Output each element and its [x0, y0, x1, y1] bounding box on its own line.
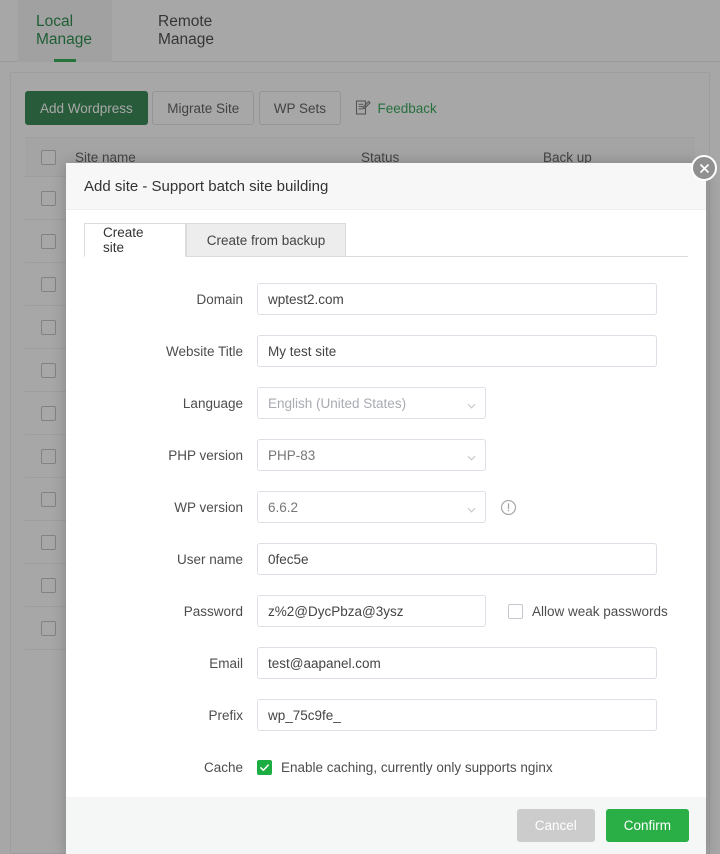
php-version-select-value: PHP-83	[268, 447, 316, 463]
email-label: Email	[209, 655, 243, 671]
user-name-input[interactable]: 0fec5e	[257, 543, 657, 575]
create-site-form: Domain wptest2.com Website Title My test…	[66, 273, 706, 793]
field-row-email: Email test@aapanel.com	[66, 637, 706, 689]
check-icon	[257, 759, 272, 775]
prefix-label: Prefix	[208, 707, 243, 723]
language-label: Language	[182, 395, 243, 411]
close-icon[interactable]	[691, 155, 717, 181]
enable-caching-checkbox[interactable]: Enable caching, currently only supports …	[257, 759, 553, 775]
dialog-title-bar: Add site - Support batch site building	[66, 163, 706, 210]
email-input[interactable]: test@aapanel.com	[257, 647, 657, 679]
php-version-select[interactable]: PHP-83	[257, 439, 486, 471]
field-row-language: Language English (United States)	[66, 377, 706, 429]
dialog-tabs: Create site Create from backup	[84, 223, 688, 257]
tab-create-from-backup[interactable]: Create from backup	[186, 223, 346, 257]
user-name-label: User name	[176, 551, 243, 567]
domain-label: Domain	[196, 291, 243, 307]
cache-label: Cache	[203, 759, 243, 775]
tab-create-site[interactable]: Create site	[84, 223, 186, 257]
wp-version-label: WP version	[174, 499, 243, 515]
field-row-domain: Domain wptest2.com	[66, 273, 706, 325]
prefix-input[interactable]: wp_75c9fe_	[257, 699, 657, 731]
domain-input[interactable]: wptest2.com	[257, 283, 657, 315]
add-site-dialog: Add site - Support batch site building C…	[66, 163, 706, 854]
field-row-wp-version: WP version 6.6.2	[66, 481, 706, 533]
field-row-prefix: Prefix wp_75c9fe_	[66, 689, 706, 741]
wp-version-select-value: 6.6.2	[268, 499, 299, 515]
tab-create-site-label: Create site	[103, 225, 144, 255]
field-row-website-title: Website Title My test site	[66, 325, 706, 377]
website-title-label: Website Title	[165, 343, 243, 359]
allow-weak-passwords-label: Allow weak passwords	[532, 603, 668, 619]
password-input[interactable]: z%2@DycPbza@3ysz	[257, 595, 486, 627]
password-label: Password	[183, 603, 243, 619]
field-row-password: Password z%2@DycPbza@3ysz Allow weak pas…	[66, 585, 706, 637]
chevron-down-icon	[467, 399, 476, 409]
language-select-value: English (United States)	[268, 395, 407, 411]
language-select[interactable]: English (United States)	[257, 387, 486, 419]
enable-caching-label: Enable caching, currently only supports …	[281, 759, 553, 775]
tab-create-from-backup-label: Create from backup	[206, 232, 326, 248]
website-title-input[interactable]: My test site	[257, 335, 657, 367]
dialog-footer: Cancel Confirm	[66, 797, 706, 854]
page-title: Add site - Support batch site building	[84, 177, 329, 195]
field-row-php-version: PHP version PHP-83	[66, 429, 706, 481]
chevron-down-icon	[467, 451, 476, 461]
field-row-cache: Cache Enable caching, currently only sup…	[66, 741, 706, 793]
checkbox-box	[508, 603, 523, 619]
chevron-down-icon	[467, 503, 476, 513]
cancel-button[interactable]: Cancel	[516, 809, 595, 842]
allow-weak-passwords-checkbox[interactable]: Allow weak passwords	[508, 603, 668, 619]
wp-version-select[interactable]: 6.6.2	[257, 491, 486, 523]
php-version-label: PHP version	[168, 447, 243, 463]
confirm-button[interactable]: Confirm	[605, 809, 689, 842]
info-circle-icon[interactable]	[486, 499, 517, 516]
field-row-user-name: User name 0fec5e	[66, 533, 706, 585]
